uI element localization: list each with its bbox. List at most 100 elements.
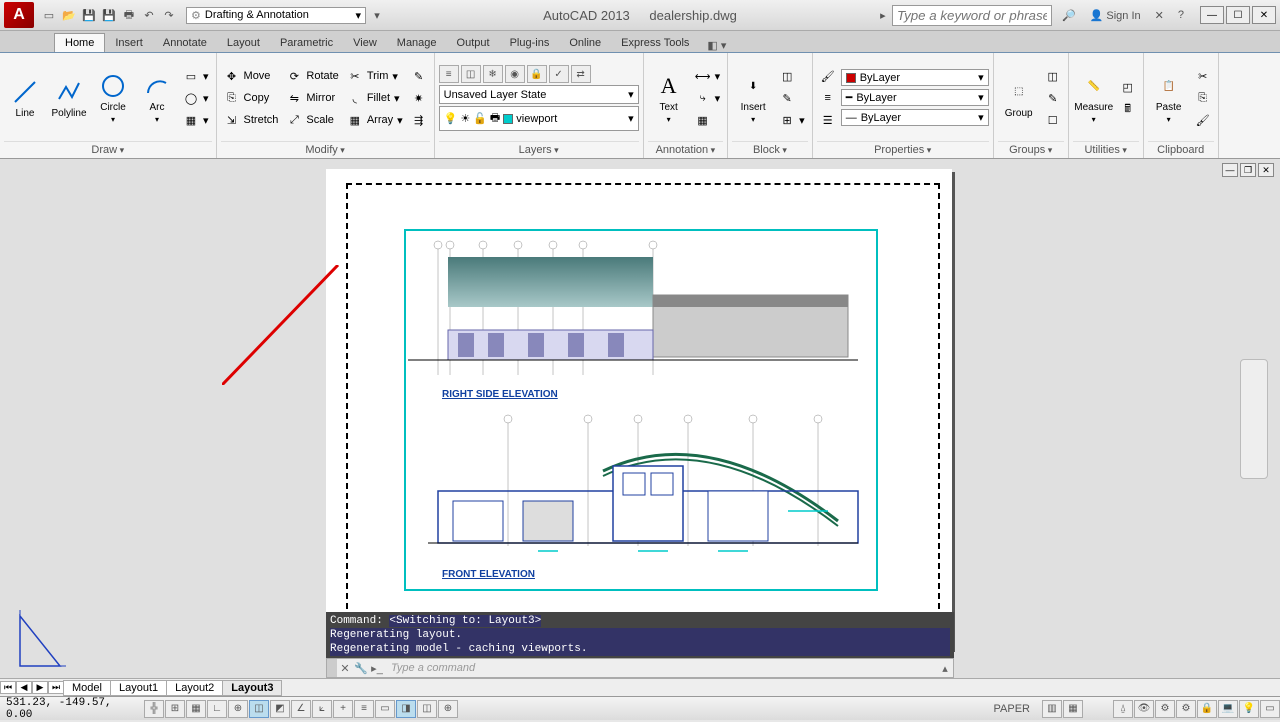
ortho-button[interactable]: ∟ xyxy=(207,700,227,718)
hatch-button[interactable]: ▦▾ xyxy=(180,110,212,130)
erase-button[interactable]: ✎ xyxy=(408,66,430,86)
sc-button[interactable]: ◫ xyxy=(417,700,437,718)
hardware-button[interactable]: 💻 xyxy=(1218,700,1238,718)
doc-restore-button[interactable]: ❐ xyxy=(1240,163,1256,177)
workspace-switcher[interactable]: ⚙ Drafting & Annotation ▾ xyxy=(186,7,366,24)
cmd-history-icon[interactable]: ▴ xyxy=(937,662,953,675)
infer-button[interactable]: ╬ xyxy=(144,700,164,718)
lineweight-combo[interactable]: ━ByLayer▾ xyxy=(841,89,989,106)
layer-off-icon[interactable]: ◉ xyxy=(505,65,525,83)
lwt-button[interactable]: ≡ xyxy=(354,700,374,718)
tpy-button[interactable]: ▭ xyxy=(375,700,395,718)
match-button[interactable]: 🖌 xyxy=(1192,110,1214,130)
scale-button[interactable]: ⤢Scale xyxy=(283,110,341,130)
command-input[interactable]: Type a command xyxy=(385,662,937,674)
layout-first-button[interactable]: ⏮ xyxy=(0,681,16,694)
ellipse-button[interactable]: ◯▾ xyxy=(180,88,212,108)
toolbar-lock-button[interactable]: 🔒 xyxy=(1197,700,1217,718)
panel-properties-title[interactable]: Properties xyxy=(874,144,931,156)
new-icon[interactable]: ▭ xyxy=(40,6,58,24)
circle-button[interactable]: Circle▾ xyxy=(92,62,134,134)
offset-button[interactable]: ⇶ xyxy=(408,110,430,130)
3dosnap-button[interactable]: ◩ xyxy=(270,700,290,718)
help-icon[interactable]: ? xyxy=(1174,8,1188,22)
qat-dropdown-icon[interactable]: ▾ xyxy=(368,6,386,24)
rotate-button[interactable]: ⟳Rotate xyxy=(283,66,341,86)
panel-annotation-title[interactable]: Annotation xyxy=(656,144,716,156)
polar-button[interactable]: ⊕ xyxy=(228,700,248,718)
grid-button[interactable]: ▦ xyxy=(186,700,206,718)
save-icon[interactable]: 💾 xyxy=(80,6,98,24)
snap-button[interactable]: ⊞ xyxy=(165,700,185,718)
clean-screen-button[interactable]: ▭ xyxy=(1260,700,1280,718)
layer-state-combo[interactable]: Unsaved Layer State▾ xyxy=(439,85,639,104)
group-button[interactable]: ⬚Group xyxy=(998,62,1040,134)
rectangle-button[interactable]: ▭▾ xyxy=(180,66,212,86)
copy-clip-button[interactable]: ⎘ xyxy=(1192,88,1214,108)
panel-block-title[interactable]: Block xyxy=(753,144,787,156)
mirror-button[interactable]: ⇋Mirror xyxy=(283,88,341,108)
drawing-area[interactable]: — ❐ ✕ RIGHT SIDE ELEVATION xyxy=(0,159,1280,678)
line-button[interactable]: Line xyxy=(4,62,46,134)
tab-online[interactable]: Online xyxy=(559,34,611,52)
ducs-button[interactable]: ⟀ xyxy=(312,700,332,718)
tab-manage[interactable]: Manage xyxy=(387,34,447,52)
navigation-bar[interactable] xyxy=(1240,359,1268,479)
layer-match-icon[interactable]: ⇄ xyxy=(571,65,591,83)
props-button[interactable]: ☰ xyxy=(817,110,839,130)
text-button[interactable]: AText▾ xyxy=(648,62,690,134)
leader-button[interactable]: ⤷▾ xyxy=(692,88,724,108)
dyn-button[interactable]: + xyxy=(333,700,353,718)
coordinates[interactable]: 531.23, -149.57, 0.00 xyxy=(0,697,140,721)
ws-button[interactable]: ⚙ xyxy=(1176,700,1196,718)
space-indicator[interactable]: PAPER xyxy=(986,703,1038,715)
exchange-icon[interactable]: ✕ xyxy=(1151,8,1168,23)
polyline-button[interactable]: Polyline xyxy=(48,62,90,134)
cut-button[interactable]: ✂ xyxy=(1192,66,1214,86)
ribbon-focus-icon[interactable]: ◧ ▾ xyxy=(707,39,726,52)
open-icon[interactable]: 📂 xyxy=(60,6,78,24)
ungroup-button[interactable]: ◫ xyxy=(1042,66,1064,86)
am-button[interactable]: ⊕ xyxy=(438,700,458,718)
doc-close-button[interactable]: ✕ xyxy=(1258,163,1274,177)
dimension-button[interactable]: ⟷▾ xyxy=(692,66,724,86)
color-combo[interactable]: ByLayer▾ xyxy=(841,69,989,86)
osnap-button[interactable]: ◫ xyxy=(249,700,269,718)
measure-button[interactable]: 📏Measure▾ xyxy=(1073,62,1115,134)
undo-icon[interactable]: ↶ xyxy=(140,6,158,24)
select-button[interactable]: ◰ xyxy=(1117,77,1139,97)
layer-make-icon[interactable]: ✓ xyxy=(549,65,569,83)
explode-button[interactable]: ✷ xyxy=(408,88,430,108)
stretch-button[interactable]: ⇲Stretch xyxy=(221,110,282,130)
group-select-button[interactable]: ☐ xyxy=(1042,110,1064,130)
app-menu-button[interactable]: A xyxy=(4,2,34,28)
saveas-icon[interactable]: 💾 xyxy=(100,6,118,24)
tab-home[interactable]: Home xyxy=(54,33,105,52)
redo-icon[interactable]: ↷ xyxy=(160,6,178,24)
search-icon[interactable]: 🔎 xyxy=(1058,8,1080,23)
matchprop-button[interactable]: 🖌 xyxy=(817,66,839,86)
quickview-layouts-button[interactable]: ▥ xyxy=(1042,700,1062,718)
tab-view[interactable]: View xyxy=(343,34,387,52)
cmd-settings-icon[interactable]: 🔧 xyxy=(353,662,369,675)
panel-groups-title[interactable]: Groups xyxy=(1009,144,1052,156)
tab-output[interactable]: Output xyxy=(447,34,500,52)
infocenter-arrow-icon[interactable]: ▸ xyxy=(874,6,892,24)
tab-parametric[interactable]: Parametric xyxy=(270,34,343,52)
edit-block-button[interactable]: ✎ xyxy=(776,88,808,108)
search-input[interactable] xyxy=(892,5,1052,26)
create-block-button[interactable]: ◫ xyxy=(776,66,808,86)
insert-button[interactable]: ⬇Insert▾ xyxy=(732,62,774,134)
attr-button[interactable]: ⊞▾ xyxy=(776,110,808,130)
annoauto-button[interactable]: ⚙ xyxy=(1155,700,1175,718)
doc-min-button[interactable]: — xyxy=(1222,163,1238,177)
layout-last-button[interactable]: ⏭ xyxy=(48,681,64,694)
isolate-button[interactable]: 💡 xyxy=(1239,700,1259,718)
layout-tab-model[interactable]: Model xyxy=(63,680,111,696)
otrack-button[interactable]: ∠ xyxy=(291,700,311,718)
annovis-button[interactable]: 👁 xyxy=(1134,700,1154,718)
tab-insert[interactable]: Insert xyxy=(105,34,153,52)
layout-tab-1[interactable]: Layout1 xyxy=(110,680,167,696)
quickview-drawings-button[interactable]: ▦ xyxy=(1063,700,1083,718)
arc-button[interactable]: Arc▾ xyxy=(136,62,178,134)
